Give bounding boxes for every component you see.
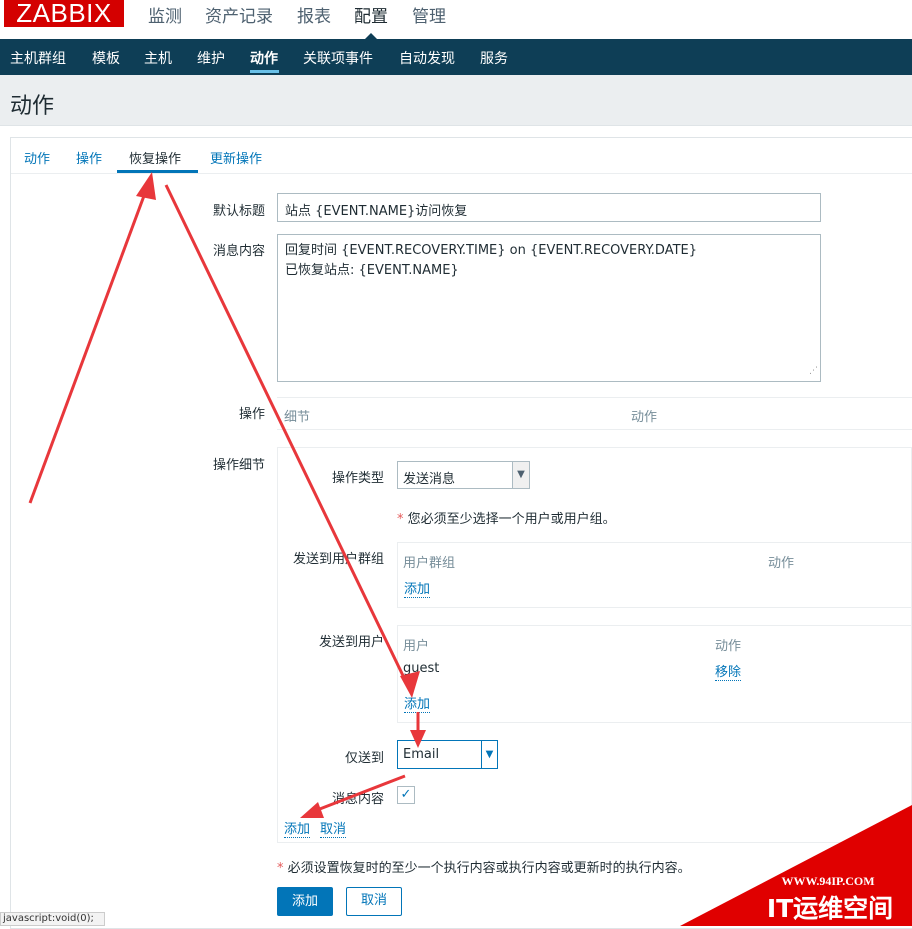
arrow-line [164, 184, 410, 687]
arrow-head-icon [136, 172, 156, 200]
annotation-arrows [28, 172, 426, 818]
watermark-logo: WWW.94IP.COM IT运维空间 [680, 805, 912, 926]
arrow-line [311, 774, 406, 814]
arrow-head-icon [410, 730, 426, 748]
arrow-line [28, 184, 150, 504]
svg-text:IT运维空间: IT运维空间 [767, 894, 893, 923]
arrow-head-icon [300, 802, 324, 818]
svg-text:WWW.94IP.COM: WWW.94IP.COM [781, 874, 874, 888]
